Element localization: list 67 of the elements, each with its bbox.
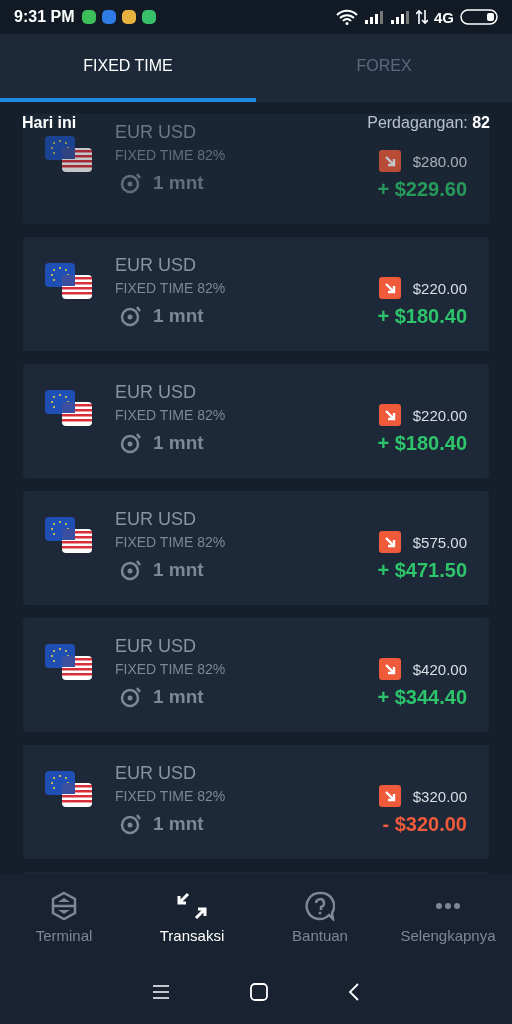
trade-amount: $220.00 <box>412 406 467 424</box>
trade-card[interactable]: EUR USD FIXED TIME 82% 1 mnt $220.00 + $180.40 <box>23 364 489 478</box>
arrows-icon <box>176 890 208 921</box>
battery-icon <box>460 9 498 25</box>
duration: 1 mnt <box>153 305 204 327</box>
trade-card[interactable]: EUR USD FIXED TIME 82% 1 mnt $575.00 + $471.50 <box>23 491 489 605</box>
trade-amount: $420.00 <box>412 660 467 678</box>
home-icon[interactable] <box>249 982 269 1002</box>
timer-icon <box>119 558 143 582</box>
trade-card[interactable]: EUR USD FIXED TIME 82% 1 mnt $220.00 + $180.40 <box>23 237 489 351</box>
trade-amount: $575.00 <box>412 533 467 551</box>
more-icon <box>436 902 460 909</box>
currency-pair: EUR USD <box>115 382 197 403</box>
trade-result: + $229.60 <box>377 178 467 201</box>
flags-icon <box>45 388 93 428</box>
tab[interactable]: FIXED TIME <box>0 34 256 102</box>
trade-mode: FIXED TIME 82% <box>115 147 227 163</box>
timer-icon <box>119 812 143 836</box>
nav-item[interactable]: Transaksi <box>128 890 256 944</box>
duration: 1 mnt <box>153 559 204 581</box>
help-icon <box>305 890 335 921</box>
flags-icon <box>45 769 93 809</box>
currency-pair: EUR USD <box>115 255 197 276</box>
trade-result: + $180.40 <box>377 305 467 328</box>
nav-item[interactable]: Bantuan <box>256 890 384 944</box>
currency-pair: EUR USD <box>115 509 197 530</box>
trade-card[interactable]: EUR USD FIXED TIME 82% 1 mnt $320.00 - $320.00 <box>23 745 489 859</box>
clock: 9:31 PM <box>14 8 75 26</box>
currency-pair: EUR USD <box>115 636 197 657</box>
wifi-icon <box>336 9 358 25</box>
trade-mode: FIXED TIME 82% <box>115 534 227 550</box>
flags-icon <box>45 134 93 174</box>
trade-mode: FIXED TIME 82% <box>115 280 227 296</box>
timer-icon <box>119 685 143 709</box>
shield-icon <box>50 890 78 921</box>
trade-mode: FIXED TIME 82% <box>115 407 227 423</box>
currency-pair: EUR USD <box>115 763 197 784</box>
flags-icon <box>45 642 93 682</box>
duration: 1 mnt <box>153 432 204 454</box>
signal-icon <box>390 10 410 24</box>
flags-icon <box>45 515 93 555</box>
duration: 1 mnt <box>153 813 204 835</box>
duration: 1 mnt <box>153 686 204 708</box>
trade-amount: $320.00 <box>412 787 467 805</box>
period-label: Hari ini <box>22 114 77 132</box>
trade-mode: FIXED TIME 82% <box>115 661 227 677</box>
trade-result: - $320.00 <box>382 813 467 836</box>
signal-icon <box>364 10 384 24</box>
menu-icon[interactable] <box>151 983 171 1001</box>
timer-icon <box>119 304 143 328</box>
network-type: 4G <box>434 8 454 26</box>
back-icon[interactable] <box>347 982 361 1002</box>
data-arrows-icon <box>416 9 428 25</box>
trade-result: + $180.40 <box>377 432 467 455</box>
trade-count: Perdagangan: 82 <box>367 114 490 132</box>
trade-card[interactable]: EUR USD FIXED TIME 82% 1 mnt $420.00 + $344.40 <box>23 618 489 732</box>
duration: 1 mnt <box>153 172 204 194</box>
nav-item[interactable]: Terminal <box>0 890 128 944</box>
trade-amount: $280.00 <box>412 152 467 170</box>
trade-result: + $344.40 <box>377 686 467 709</box>
trade-amount: $220.00 <box>412 279 467 297</box>
trade-result: + $471.50 <box>377 559 467 582</box>
timer-icon <box>119 171 143 195</box>
trade-mode: FIXED TIME 82% <box>115 788 227 804</box>
timer-icon <box>119 431 143 455</box>
nav-item[interactable]: Selengkapnya <box>384 890 512 944</box>
flags-icon <box>45 261 93 301</box>
